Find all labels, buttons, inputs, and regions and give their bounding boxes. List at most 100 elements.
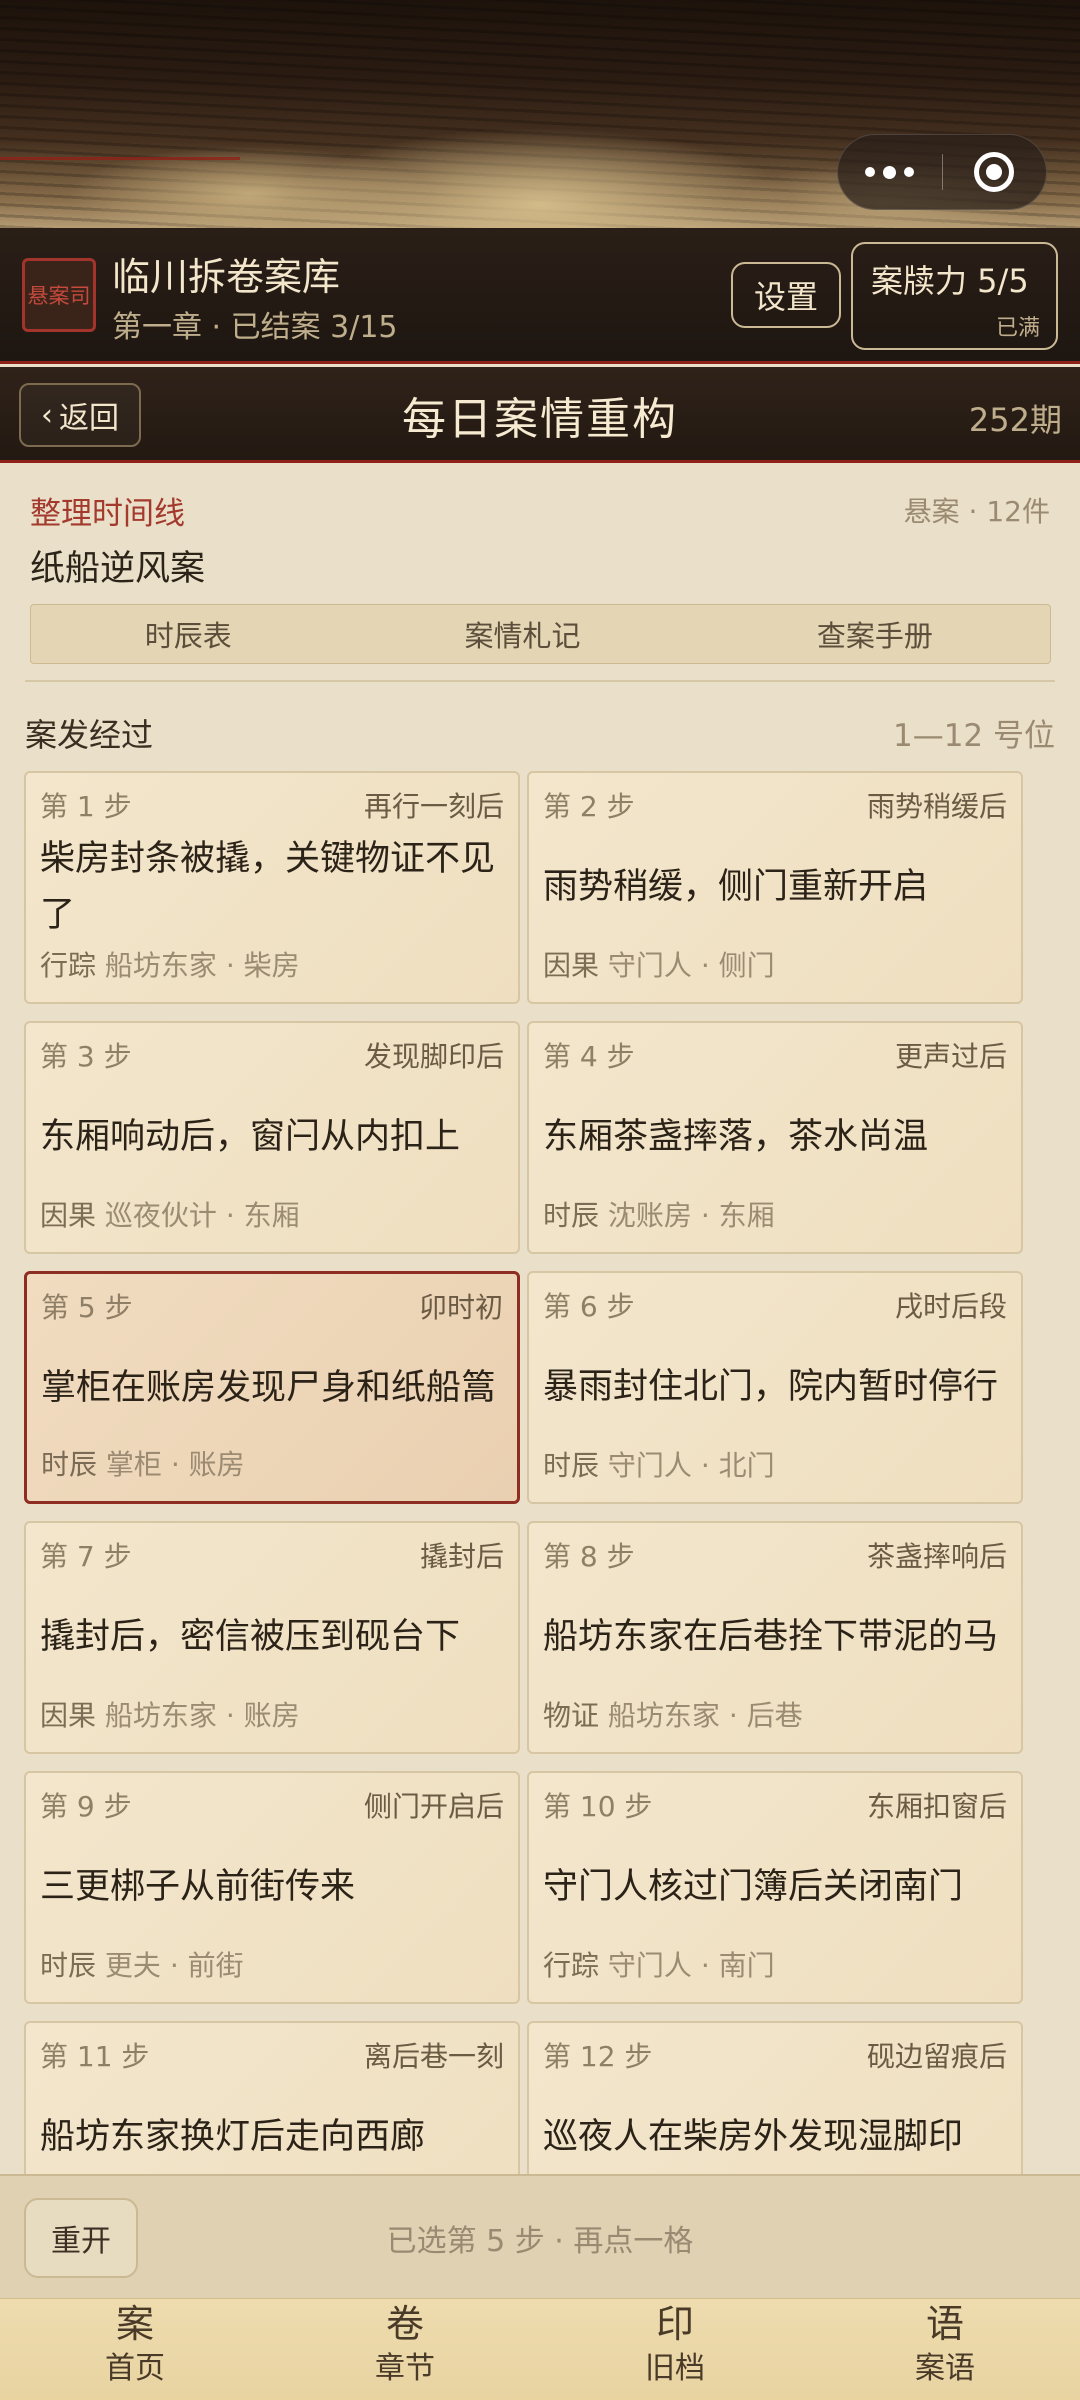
archive-glyph-icon: 印 — [655, 2302, 694, 2346]
step-person: 掌柜 — [105, 1448, 162, 1481]
more-dots-icon[interactable] — [838, 134, 942, 210]
step-description-text: 掌柜在账房发现尸身和纸船篙 — [41, 1368, 497, 1408]
step-footer: 因果 船坊东家 · 账房 — [40, 1694, 300, 1734]
bottom-tab-bar: 案 首页 卷 章节 印 旧档 语 案语 — [0, 2298, 1080, 2400]
step-description-text: 巡夜人在柴房外发现湿脚印 — [543, 2117, 964, 2157]
step-number: 第 8 步 — [543, 1540, 635, 1573]
seal-logo: 悬案司 — [22, 258, 96, 332]
slot-range: 1—12 号位 — [892, 718, 1055, 754]
target-circle-icon[interactable] — [943, 134, 1047, 210]
step-tag: 时辰 — [543, 1199, 600, 1232]
step-person: 守门人 — [607, 949, 692, 982]
step-tag: 时辰 — [40, 1949, 97, 1982]
dot-separator: · — [160, 1949, 188, 1982]
step-number: 第 12 步 — [543, 2040, 653, 2073]
step-number: 第 11 步 — [40, 2040, 150, 2073]
step-place: 前街 — [187, 1949, 244, 1982]
tab-case-notes[interactable]: 案情札记 — [345, 605, 699, 663]
step-person: 更夫 — [104, 1949, 161, 1982]
app-header: 悬案司 临川拆卷案库 第一章 · 已结案 3/15 设置 案牍力 5/5 已满 — [0, 228, 1080, 364]
header-banner-image — [0, 0, 1080, 228]
step-footer: 物证 船坊东家 · 后巷 — [543, 1694, 803, 1734]
step-description-text: 守门人核过门簿后关闭南门 — [543, 1867, 964, 1907]
settings-button[interactable]: 设置 — [731, 262, 841, 328]
step-place: 北门 — [718, 1449, 775, 1482]
step-time-hint: 更声过后 — [894, 1040, 1007, 1073]
home-glyph-icon: 案 — [115, 2302, 154, 2346]
step-time-hint: 卯时初 — [418, 1291, 503, 1324]
step-description-text: 雨势稍缓，侧门重新开启 — [543, 867, 929, 907]
step-time-hint: 茶盏摔响后 — [866, 1540, 1007, 1573]
tabbar-label: 首页 — [105, 2351, 165, 2386]
energy-panel[interactable]: 案牍力 5/5 已满 — [851, 242, 1058, 350]
step-card[interactable]: 第 4 步 更声过后 东厢茶盏摔落，茶水尚温 时辰 沈账房 · 东厢 — [527, 1021, 1023, 1254]
step-description-text: 撬封后，密信被压到砚台下 — [40, 1617, 461, 1657]
selection-status: 已选第 5 步 · 再点一格 — [386, 2224, 694, 2259]
app-title: 临川拆卷案库 — [112, 255, 341, 299]
tabbar-label: 章节 — [375, 2351, 435, 2386]
tabbar-home[interactable]: 案 首页 — [0, 2299, 270, 2400]
step-place: 东厢 — [718, 1199, 775, 1232]
tabbar-archive[interactable]: 印 旧档 — [540, 2299, 810, 2400]
step-footer: 时辰 守门人 · 北门 — [543, 1444, 775, 1484]
tab-handbook[interactable]: 查案手册 — [700, 605, 1050, 663]
step-place: 后巷 — [746, 1699, 803, 1732]
step-time-hint: 砚边留痕后 — [866, 2040, 1007, 2073]
step-footer: 时辰 掌柜 · 账房 — [41, 1443, 245, 1483]
step-card[interactable]: 第 3 步 发现脚印后 东厢响动后，窗闩从内扣上 因果 巡夜伙计 · 东厢 — [24, 1021, 520, 1254]
step-person: 船坊东家 — [104, 949, 217, 982]
step-place: 侧门 — [718, 949, 775, 982]
case-meta: 悬案 · 12件 — [903, 495, 1050, 528]
page-title: 每日案情重构 — [402, 394, 678, 445]
step-number: 第 1 步 — [40, 790, 132, 823]
step-description: 船坊东家在后巷拴下带泥的马 — [543, 1575, 1007, 1699]
step-card[interactable]: 第 5 步 卯时初 掌柜在账房发现尸身和纸船篙 时辰 掌柜 · 账房 — [24, 1271, 520, 1504]
dot-separator: · — [691, 1449, 719, 1482]
energy-status: 已满 — [995, 316, 1040, 341]
step-description: 东厢茶盏摔落，茶水尚温 — [543, 1075, 1007, 1199]
banner-red-stroke — [0, 157, 240, 160]
nav-bar: ‹ 返回 每日案情重构 252期 — [0, 367, 1080, 463]
step-number: 第 3 步 — [40, 1040, 132, 1073]
tab-timetable[interactable]: 时辰表 — [31, 605, 345, 663]
chapters-glyph-icon: 卷 — [385, 2302, 424, 2346]
dot-separator: · — [216, 1199, 244, 1232]
dot-separator: · — [691, 949, 719, 982]
step-description-text: 三更梆子从前街传来 — [40, 1867, 356, 1907]
dot-separator: · — [691, 1199, 719, 1232]
step-place: 账房 — [243, 1699, 300, 1732]
step-number: 第 9 步 — [40, 1790, 132, 1823]
step-number: 第 6 步 — [543, 1290, 635, 1323]
step-number: 第 7 步 — [40, 1540, 132, 1573]
step-tag: 因果 — [40, 1199, 97, 1232]
step-description-text: 东厢响动后，窗闩从内扣上 — [40, 1117, 461, 1157]
step-card[interactable]: 第 1 步 再行一刻后 柴房封条被撬，关键物证不见了 行踪 船坊东家 · 柴房 — [24, 771, 520, 1004]
step-description: 三更梆子从前街传来 — [40, 1825, 504, 1949]
step-card[interactable]: 第 6 步 戌时后段 暴雨封住北门，院内暂时停行 时辰 守门人 · 北门 — [527, 1271, 1023, 1504]
tabbar-case-notes[interactable]: 语 案语 — [810, 2299, 1080, 2400]
tabbar-label: 旧档 — [645, 2351, 705, 2386]
step-time-hint: 侧门开启后 — [363, 1790, 504, 1823]
dot-separator: · — [216, 949, 244, 982]
case-name: 纸船逆风案 — [30, 549, 206, 589]
step-card[interactable]: 第 2 步 雨势稍缓后 雨势稍缓，侧门重新开启 因果 守门人 · 侧门 — [527, 771, 1023, 1004]
step-tag: 因果 — [543, 949, 600, 982]
step-card[interactable]: 第 7 步 撬封后 撬封后，密信被压到砚台下 因果 船坊东家 · 账房 — [24, 1521, 520, 1754]
step-time-hint: 再行一刻后 — [363, 790, 504, 823]
step-place: 南门 — [718, 1949, 775, 1982]
notes-glyph-icon: 语 — [925, 2302, 964, 2346]
step-card[interactable]: 第 8 步 茶盏摔响后船坊东家在后巷拴下带泥的马 物证 船坊东家 · 后巷 — [527, 1521, 1023, 1754]
step-tag: 行踪 — [543, 1949, 600, 1982]
step-footer: 时辰 更夫 · 前街 — [40, 1944, 244, 1984]
step-tag: 时辰 — [41, 1448, 98, 1481]
step-card[interactable]: 第 10 步 东厢扣窗后 守门人核过门簿后关闭南门 行踪 守门人 · 南门 — [527, 1771, 1023, 2004]
dot-separator: · — [216, 1699, 244, 1732]
miniprogram-capsule — [837, 134, 1047, 210]
step-person: 沈账房 — [607, 1199, 692, 1232]
step-description-text: 船坊东家在后巷拴下带泥的马 — [543, 1617, 999, 1657]
step-place: 账房 — [188, 1448, 245, 1481]
tabbar-chapters[interactable]: 卷 章节 — [270, 2299, 540, 2400]
step-description: 掌柜在账房发现尸身和纸船篙 — [41, 1326, 503, 1450]
dot-separator: · — [161, 1448, 189, 1481]
step-card[interactable]: 第 9 步 侧门开启后 三更梆子从前街传来 时辰 更夫 · 前街 — [24, 1771, 520, 2004]
